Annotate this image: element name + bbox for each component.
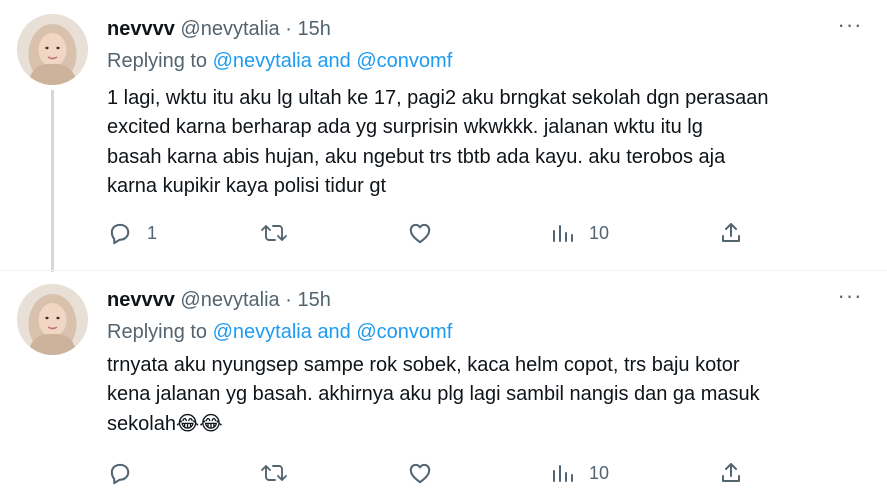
replying-to-label: Replying to <box>107 50 208 72</box>
more-icon: ··· <box>837 283 863 308</box>
mention-link[interactable]: @nevytalia <box>213 321 312 343</box>
tweet-text-line: excited karna berharap ada yg surprisin … <box>107 116 703 139</box>
display-name[interactable]: nevvvv <box>107 289 175 311</box>
separator-dot: · <box>285 289 292 311</box>
tweet-text-line: trnyata aku nyungsep sampe rok sobek, ka… <box>107 354 740 376</box>
tweet-text-line: sekolah😂😂 <box>107 412 223 435</box>
share-icon <box>719 220 743 246</box>
tweet[interactable]: nevvvv @nevytalia · 15h ··· Replying to … <box>0 270 887 500</box>
display-name[interactable]: nevvvv <box>107 18 175 40</box>
replying-to-label: Replying to <box>107 321 208 343</box>
tweet-actions: 1 10 <box>0 217 887 249</box>
views-icon <box>551 220 575 246</box>
replying-to: Replying to @nevytalia and @convomf <box>107 319 452 345</box>
more-options-button[interactable]: ··· <box>835 285 865 313</box>
tweet-text-line: basah karna abis hujan, aku ngebut trs t… <box>107 145 726 168</box>
view-count: 10 <box>589 222 610 243</box>
avatar[interactable] <box>17 14 88 85</box>
timestamp[interactable]: 15h <box>297 18 330 40</box>
timestamp[interactable]: 15h <box>297 289 330 311</box>
reply-icon <box>107 220 133 246</box>
user-handle[interactable]: @nevytalia <box>180 289 279 311</box>
views-button[interactable]: 10 <box>551 217 609 249</box>
separator-dot: · <box>285 18 292 40</box>
views-icon <box>551 460 575 486</box>
like-icon <box>407 220 433 246</box>
retweet-button[interactable] <box>260 217 288 249</box>
more-icon: ··· <box>837 12 863 37</box>
retweet-icon <box>260 460 288 486</box>
tweet-text-line: karna kupikir kaya polisi tidur gt <box>107 174 387 197</box>
retweet-button[interactable] <box>260 457 288 489</box>
views-button[interactable]: 10 <box>551 457 609 489</box>
user-handle[interactable]: @nevytalia <box>180 18 279 40</box>
view-count: 10 <box>589 462 610 483</box>
reply-count: 1 <box>147 222 158 243</box>
tweet-text-line: kena jalanan yg basah. akhirnya aku plg … <box>107 383 760 406</box>
like-button[interactable] <box>407 457 433 489</box>
tweet[interactable]: nevvvv @nevytalia · 15h ··· Replying to … <box>0 0 887 272</box>
more-options-button[interactable]: ··· <box>835 14 865 42</box>
tweet-header: nevvvv @nevytalia · 15h <box>107 287 331 313</box>
tweet-text-line: 1 lagi, wktu itu aku lg ultah ke 17, pag… <box>107 87 769 109</box>
retweet-icon <box>260 220 288 246</box>
share-button[interactable] <box>719 457 743 489</box>
and-word[interactable]: and <box>317 50 350 72</box>
share-icon <box>719 460 743 486</box>
reply-icon <box>107 460 133 486</box>
avatar[interactable] <box>17 284 88 355</box>
tweet-text: trnyata aku nyungsep sampe rok sobek, ka… <box>107 351 867 439</box>
replying-to: Replying to @nevytalia and @convomf <box>107 48 452 74</box>
tweet-header: nevvvv @nevytalia · 15h <box>107 16 331 42</box>
tweet-text: 1 lagi, wktu itu aku lg ultah ke 17, pag… <box>107 84 867 201</box>
reply-button[interactable] <box>107 457 147 489</box>
reply-button[interactable]: 1 <box>107 217 157 249</box>
like-icon <box>407 460 433 486</box>
tweet-actions: 10 <box>0 457 887 489</box>
mention-link[interactable]: @convomf <box>356 321 452 343</box>
like-button[interactable] <box>407 217 433 249</box>
mention-link[interactable]: @nevytalia <box>213 50 312 72</box>
mention-link[interactable]: @convomf <box>356 50 452 72</box>
and-word[interactable]: and <box>317 321 350 343</box>
share-button[interactable] <box>719 217 743 249</box>
